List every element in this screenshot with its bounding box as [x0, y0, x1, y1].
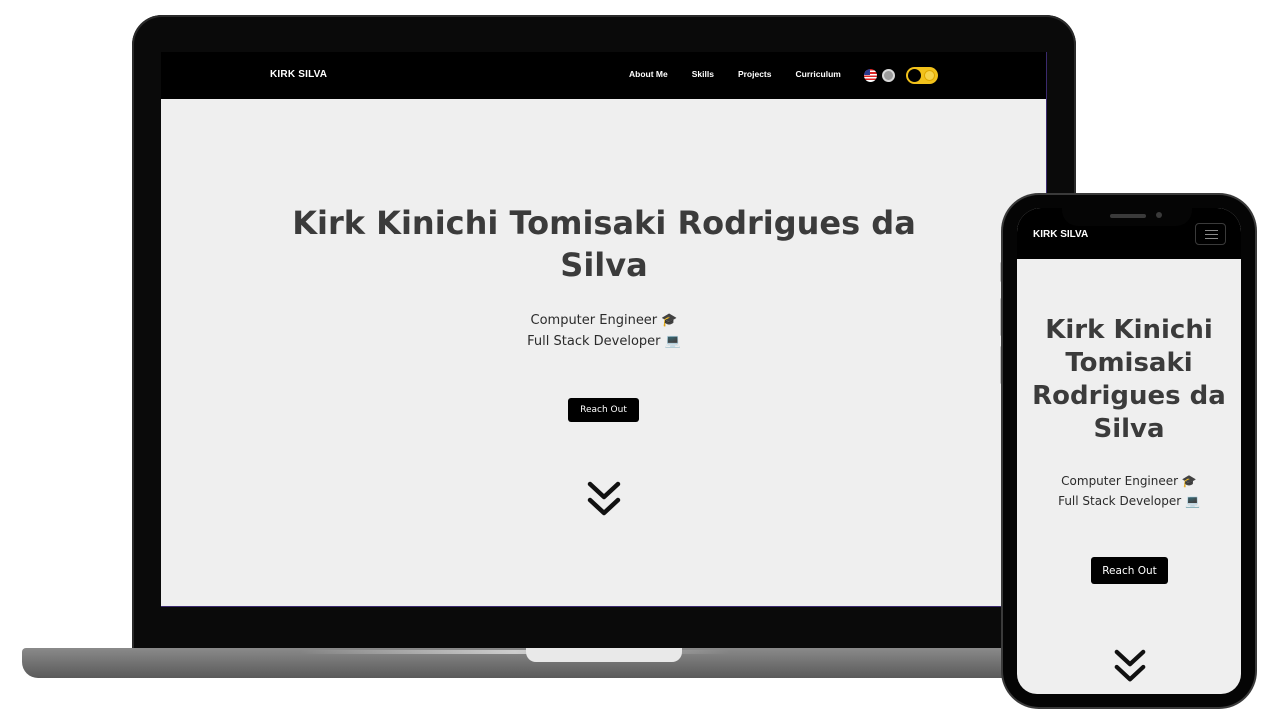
nav-link-curriculum[interactable]: Curriculum [795, 69, 840, 79]
double-chevron-down-icon[interactable] [586, 480, 622, 520]
hero-subtitle-line-1: Computer Engineer 🎓 [530, 313, 678, 328]
phone-notch [1062, 200, 1192, 226]
mobile-screen: KIRK SILVA Kirk Kinichi Tomisaki Rodrigu… [1017, 208, 1241, 694]
hero-title: Kirk Kinichi Tomisaki Rodrigues da Silva [292, 204, 916, 284]
nav-link-about-me[interactable]: About Me [629, 69, 668, 79]
phone-camera [1156, 212, 1162, 218]
nav-link-skills[interactable]: Skills [692, 69, 714, 79]
desktop-screen: KIRK SILVA About Me Skills Projects Curr… [161, 52, 1047, 607]
theme-toggle-knob [908, 69, 921, 82]
mobile-hero-title: Kirk Kinichi Tomisaki Rodrigues da Silva [1032, 315, 1226, 444]
mobile-hero-subtitle: Computer Engineer 🎓 Full Stack Developer… [1017, 471, 1241, 511]
sun-icon [925, 71, 934, 80]
theme-toggle[interactable] [906, 67, 938, 84]
reach-out-button[interactable]: Reach Out [568, 398, 639, 422]
phone-speaker [1110, 214, 1146, 218]
hero-subtitle: Computer Engineer 🎓 Full Stack Developer… [161, 310, 1046, 352]
desktop-nav-links: About Me Skills Projects Curriculum [629, 69, 841, 79]
us-flag-icon[interactable] [864, 69, 877, 82]
mobile-reach-out-button[interactable]: Reach Out [1091, 557, 1168, 584]
hamburger-menu-icon[interactable] [1195, 223, 1226, 245]
mobile-brand[interactable]: KIRK SILVA [1033, 229, 1088, 240]
hero-subtitle-line-2: Full Stack Developer 💻 [527, 334, 681, 349]
language-flag-icon[interactable] [882, 69, 895, 82]
nav-link-projects[interactable]: Projects [738, 69, 772, 79]
mobile-double-chevron-down-icon[interactable] [1113, 648, 1147, 686]
desktop-brand[interactable]: KIRK SILVA [270, 69, 327, 80]
desktop-navbar: KIRK SILVA About Me Skills Projects Curr… [161, 52, 1046, 99]
laptop-lid-notch [526, 648, 682, 662]
mobile-hero-subtitle-line-2: Full Stack Developer 💻 [1058, 494, 1200, 508]
mobile-hero-subtitle-line-1: Computer Engineer 🎓 [1061, 474, 1197, 488]
